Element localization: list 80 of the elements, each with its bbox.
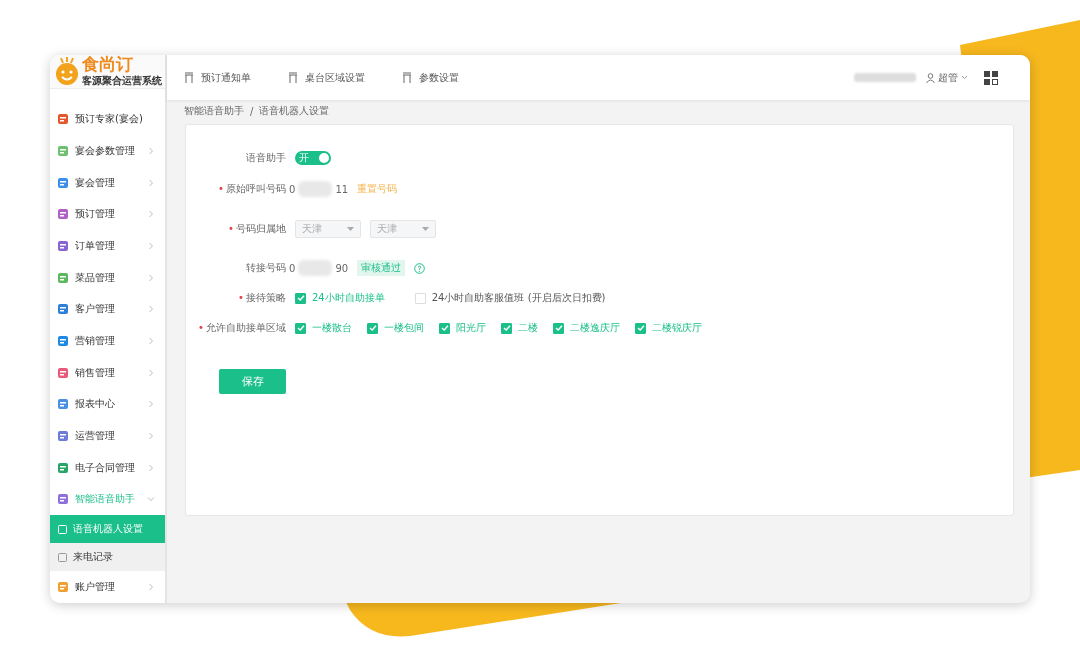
field-label: • 接待策略 <box>237 291 286 305</box>
nav-icon <box>287 71 299 84</box>
chevron-icon <box>147 241 155 250</box>
user-icon <box>926 72 935 83</box>
chevron-icon <box>147 210 155 219</box>
menu-icon <box>57 430 69 443</box>
menu-icon <box>57 398 69 411</box>
check-icon <box>502 324 511 332</box>
check-icon <box>554 324 563 332</box>
top-nav-link[interactable]: 参数设置 <box>401 70 459 85</box>
phone-end: 90 <box>335 262 349 274</box>
menu-icon <box>57 176 69 189</box>
sidebar-item[interactable]: 销售管理 <box>50 356 165 389</box>
sidebar-item[interactable]: 宴会参数管理 <box>50 135 165 167</box>
nav-icon <box>183 71 195 84</box>
nav-icon <box>401 71 413 84</box>
field-label: 语音助手 <box>245 151 286 165</box>
menu-icon <box>57 366 69 379</box>
submenu-icon <box>58 552 67 562</box>
menu-icon <box>57 113 69 126</box>
submenu-item[interactable]: 来电记录 <box>50 543 165 572</box>
submenu-icon <box>58 524 67 534</box>
logo-name: 食尚订 <box>82 55 134 75</box>
blurred-text <box>854 73 916 82</box>
phone-end: 11 <box>335 183 349 195</box>
chevron-icon <box>147 495 155 504</box>
sidebar-item[interactable]: 预订专家(宴会) <box>50 103 165 136</box>
chevron-icon <box>147 368 155 377</box>
phone-start: 0 <box>289 262 296 274</box>
check-icon <box>636 324 645 332</box>
phone-start: 0 <box>289 183 296 195</box>
user-menu[interactable]: 超管 <box>926 70 968 85</box>
breadcrumb-item[interactable]: 语音机器人设置 <box>259 104 330 118</box>
apps-icon[interactable] <box>984 70 998 85</box>
check-icon <box>296 324 305 332</box>
menu-icon <box>57 239 69 252</box>
caret-icon <box>422 227 429 231</box>
sidebar-item[interactable]: 订单管理 <box>50 230 165 262</box>
sidebar-item[interactable]: 菜品管理 <box>50 261 165 294</box>
chevron-icon <box>147 400 155 409</box>
top-nav-link[interactable]: 预订通知单 <box>183 70 251 85</box>
menu-icon <box>57 581 69 594</box>
chevron-icon <box>147 146 155 155</box>
field-label: • 原始呼叫号码 <box>217 182 286 196</box>
caret-icon <box>961 75 968 80</box>
sidebar-item[interactable]: 报表中心 <box>50 388 165 421</box>
breadcrumb-item[interactable]: 智能语音助手 <box>184 104 244 118</box>
sidebar-item[interactable]: 账户管理 <box>50 571 165 603</box>
menu-icon <box>57 208 69 221</box>
check-icon <box>368 324 377 332</box>
menu-icon <box>57 144 69 157</box>
chevron-icon <box>147 178 155 187</box>
sidebar-item[interactable]: 运营管理 <box>50 420 165 452</box>
caret-icon <box>347 227 354 231</box>
sidebar-item[interactable]: 电子合同管理 <box>50 451 165 484</box>
top-nav-link[interactable]: 桌台区域设置 <box>287 70 365 85</box>
check-icon <box>296 294 305 302</box>
sidebar-item[interactable]: 营销管理 <box>50 325 165 357</box>
menu-icon <box>57 335 69 348</box>
chevron-icon <box>147 432 155 441</box>
check-icon <box>440 324 449 332</box>
sidebar-item[interactable]: 预订管理 <box>50 198 165 231</box>
breadcrumb-separator: / <box>250 105 254 117</box>
chevron-icon <box>147 337 155 346</box>
menu-icon <box>57 303 69 316</box>
sidebar-item[interactable]: 宴会管理 <box>50 166 165 199</box>
chevron-icon <box>147 273 155 282</box>
field-label: • 允许自助接单区域 <box>197 321 286 335</box>
field-label: • 号码归属地 <box>227 222 286 236</box>
chevron-icon <box>147 305 155 314</box>
menu-icon <box>57 493 69 506</box>
field-label: 转接号码 <box>245 261 286 275</box>
chevron-icon <box>147 583 155 592</box>
sidebar-item[interactable]: 客户管理 <box>50 293 165 326</box>
menu-icon <box>57 271 69 284</box>
logo-tagline: 客源聚合运营系统 <box>82 74 162 89</box>
status-badge: 审核通过 <box>357 260 406 276</box>
strategy-checkbox[interactable]: 24小时自助客服值班 (开启后次日扣费) <box>414 291 606 305</box>
menu-icon <box>57 461 69 474</box>
chevron-icon <box>147 463 155 472</box>
